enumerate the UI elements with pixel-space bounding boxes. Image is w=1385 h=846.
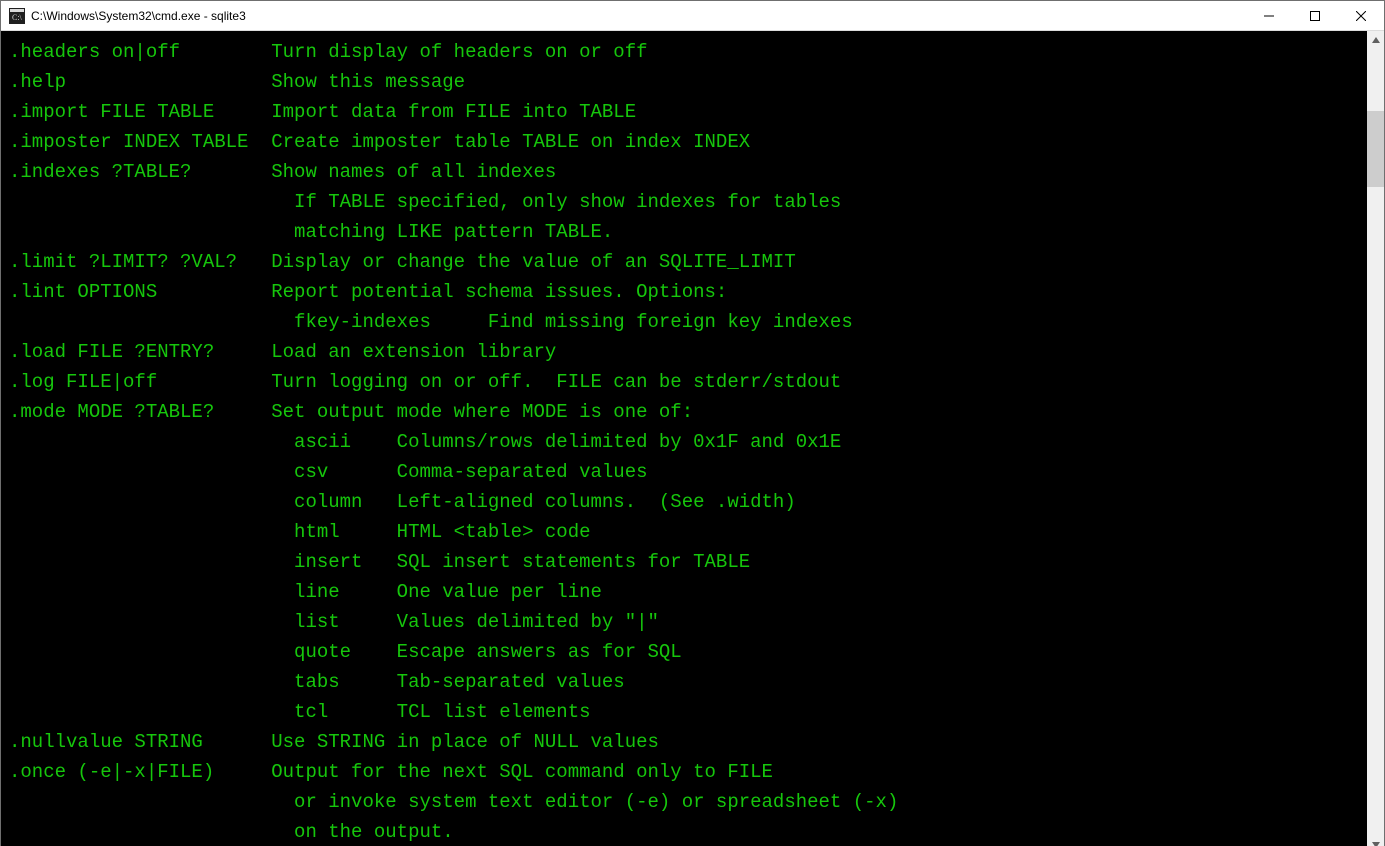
client-area: .headers on|off Turn display of headers …	[1, 31, 1384, 846]
cmd-window: C:\ C:\Windows\System32\cmd.exe - sqlite…	[0, 0, 1385, 846]
cmd-icon: C:\	[9, 8, 25, 24]
scroll-thumb[interactable]	[1367, 111, 1384, 187]
window-title: C:\Windows\System32\cmd.exe - sqlite3	[31, 9, 246, 23]
titlebar[interactable]: C:\ C:\Windows\System32\cmd.exe - sqlite…	[1, 1, 1384, 31]
vertical-scrollbar[interactable]	[1367, 31, 1384, 846]
scroll-up-arrow-icon[interactable]	[1367, 31, 1384, 48]
maximize-button[interactable]	[1292, 1, 1338, 31]
scroll-down-arrow-icon[interactable]	[1367, 836, 1384, 846]
svg-text:C:\: C:\	[12, 13, 23, 22]
terminal-output[interactable]: .headers on|off Turn display of headers …	[1, 31, 1367, 846]
minimize-button[interactable]	[1246, 1, 1292, 31]
close-button[interactable]	[1338, 1, 1384, 31]
